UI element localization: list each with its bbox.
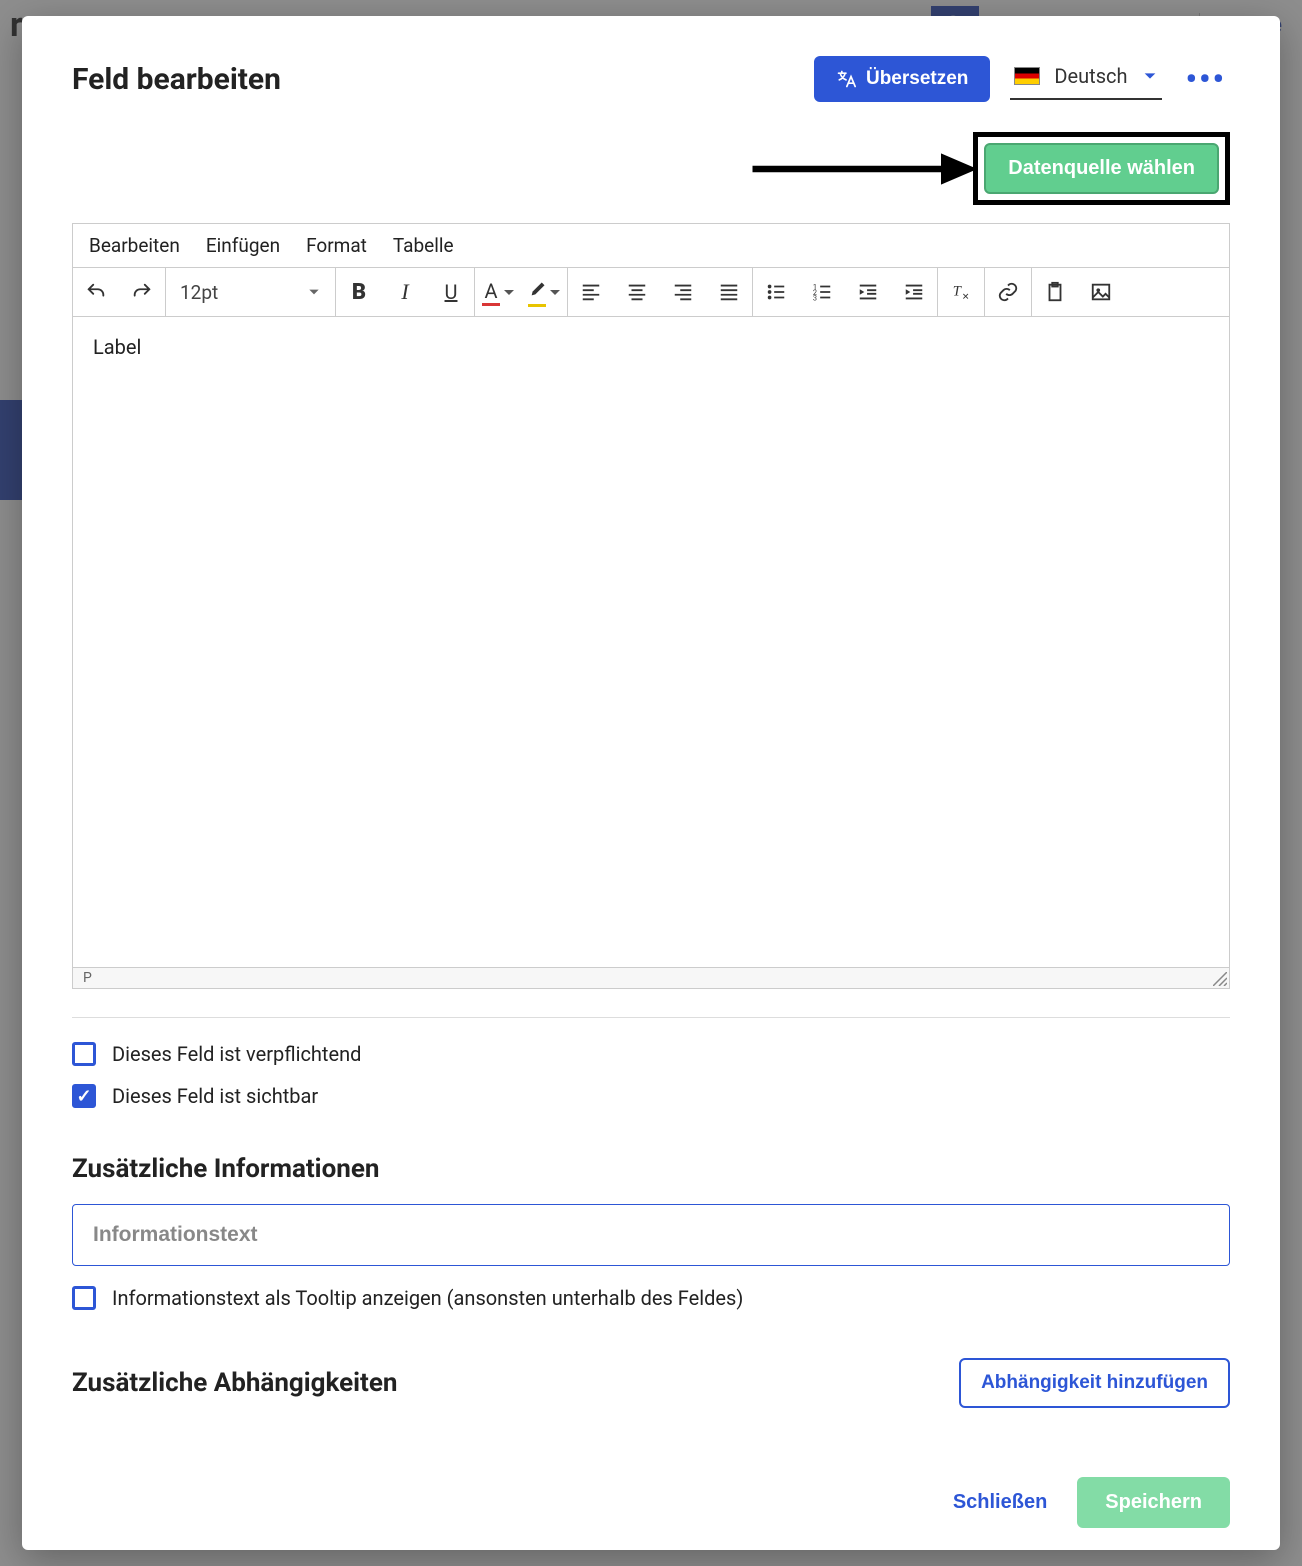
text-color-icon: A [482, 279, 500, 306]
redo-icon [131, 281, 153, 303]
italic-button[interactable]: I [382, 268, 428, 316]
translate-button-label: Übersetzen [866, 68, 968, 90]
toolbar-lists: 123 [753, 268, 938, 316]
add-dependency-button[interactable]: Abhängigkeit hinzufügen [959, 1358, 1230, 1408]
undo-icon [85, 281, 107, 303]
add-dependency-label: Abhängigkeit hinzufügen [981, 1372, 1208, 1393]
align-right-icon [672, 281, 694, 303]
highlight-color-button[interactable] [521, 268, 567, 316]
annotation-highlight: Datenquelle wählen [973, 132, 1230, 205]
align-left-icon [580, 281, 602, 303]
dependencies-row: Zusätzliche Abhängigkeiten Abhängigkeit … [72, 1358, 1230, 1408]
image-icon [1090, 281, 1112, 303]
bullet-list-icon [765, 281, 787, 303]
image-button[interactable] [1078, 268, 1124, 316]
redo-button[interactable] [119, 268, 165, 316]
menu-edit[interactable]: Bearbeiten [89, 234, 180, 257]
link-button[interactable] [985, 268, 1031, 316]
save-button[interactable]: Speichern [1077, 1477, 1230, 1528]
editor-toolbar: 12pt B I U A [73, 267, 1229, 317]
edit-field-modal: Feld bearbeiten Übersetzen Deutsch ••• D… [22, 16, 1280, 1550]
editor-menubar: Bearbeiten Einfügen Format Tabelle [73, 224, 1229, 267]
align-justify-icon [718, 281, 740, 303]
tooltip-row: Informationstext als Tooltip anzeigen (a… [72, 1286, 1230, 1310]
font-size-select[interactable]: 12pt [166, 268, 336, 316]
choose-datasource-label: Datenquelle wählen [1008, 157, 1195, 180]
toolbar-insert [1032, 268, 1124, 316]
outdent-icon [857, 281, 879, 303]
modal-title: Feld bearbeiten [72, 62, 794, 97]
bold-button[interactable]: B [336, 268, 382, 316]
annotation-arrow-icon [746, 145, 980, 192]
close-button[interactable]: Schließen [953, 1491, 1047, 1514]
toolbar-text-style: B I U [336, 268, 475, 316]
toolbar-color: A [475, 268, 568, 316]
editor-content[interactable]: Label [73, 317, 1229, 967]
text-color-button[interactable]: A [475, 268, 521, 316]
divider [72, 1017, 1230, 1018]
visible-checkbox[interactable] [72, 1084, 96, 1108]
tooltip-checkbox[interactable] [72, 1286, 96, 1310]
bullet-list-button[interactable] [753, 268, 799, 316]
toolbar-history [73, 268, 166, 316]
align-left-button[interactable] [568, 268, 614, 316]
tooltip-label: Informationstext als Tooltip anzeigen (a… [112, 1286, 743, 1310]
toolbar-clear: T✕ [938, 268, 985, 316]
toolbar-link [985, 268, 1032, 316]
link-icon [997, 281, 1019, 303]
clear-format-icon: T✕ [950, 281, 972, 303]
outdent-button[interactable] [845, 268, 891, 316]
section-dependencies-heading: Zusätzliche Abhängigkeiten [72, 1368, 397, 1398]
mandatory-label: Dieses Feld ist verpflichtend [112, 1042, 361, 1066]
svg-text:3: 3 [813, 293, 817, 302]
chevron-down-icon [1142, 68, 1158, 84]
language-select[interactable]: Deutsch [1010, 58, 1161, 100]
underline-button[interactable]: U [428, 268, 474, 316]
modal-footer: Schließen Speichern [22, 1454, 1280, 1550]
translate-button[interactable]: Übersetzen [814, 56, 990, 102]
flag-de-icon [1014, 67, 1040, 85]
chevron-down-icon [307, 285, 321, 299]
more-menu-button[interactable]: ••• [1182, 60, 1231, 98]
modal-header: Feld bearbeiten Übersetzen Deutsch ••• [72, 56, 1230, 102]
resize-handle-icon[interactable] [1213, 972, 1227, 986]
font-size-value: 12pt [180, 281, 218, 304]
align-center-icon [626, 281, 648, 303]
number-list-icon: 123 [811, 281, 833, 303]
section-additional-info-heading: Zusätzliche Informationen [72, 1154, 1230, 1184]
undo-button[interactable] [73, 268, 119, 316]
editor-status-path: P [73, 967, 1229, 988]
visible-label: Dieses Feld ist sichtbar [112, 1084, 318, 1108]
indent-button[interactable] [891, 268, 937, 316]
align-center-button[interactable] [614, 268, 660, 316]
align-right-button[interactable] [660, 268, 706, 316]
menu-table[interactable]: Tabelle [393, 234, 454, 257]
indent-icon [903, 281, 925, 303]
mandatory-checkbox[interactable] [72, 1042, 96, 1066]
mandatory-row: Dieses Feld ist verpflichtend [72, 1042, 1230, 1066]
menu-format[interactable]: Format [306, 234, 367, 257]
number-list-button[interactable]: 123 [799, 268, 845, 316]
paste-button[interactable] [1032, 268, 1078, 316]
info-text-input[interactable] [72, 1204, 1230, 1266]
svg-text:✕: ✕ [962, 292, 970, 302]
language-label: Deutsch [1054, 64, 1127, 88]
menu-insert[interactable]: Einfügen [206, 234, 280, 257]
choose-datasource-button[interactable]: Datenquelle wählen [984, 143, 1219, 194]
toolbar-align [568, 268, 753, 316]
translate-icon [836, 69, 856, 89]
visible-row: Dieses Feld ist sichtbar [72, 1084, 1230, 1108]
align-justify-button[interactable] [706, 268, 752, 316]
highlight-icon [528, 277, 546, 307]
clipboard-icon [1044, 281, 1066, 303]
datasource-row: Datenquelle wählen [72, 132, 1230, 205]
clear-format-button[interactable]: T✕ [938, 268, 984, 316]
rich-text-editor: Bearbeiten Einfügen Format Tabelle 12pt … [72, 223, 1230, 989]
